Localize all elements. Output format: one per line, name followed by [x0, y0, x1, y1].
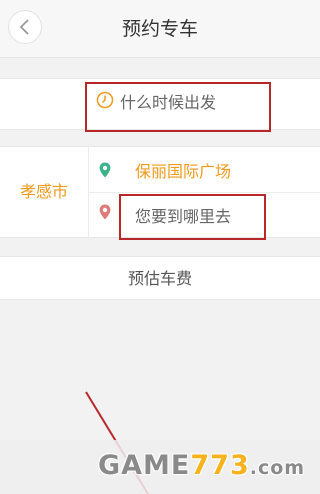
annotation-line: [85, 391, 149, 494]
watermark-logo: GAME773.com: [98, 450, 306, 481]
